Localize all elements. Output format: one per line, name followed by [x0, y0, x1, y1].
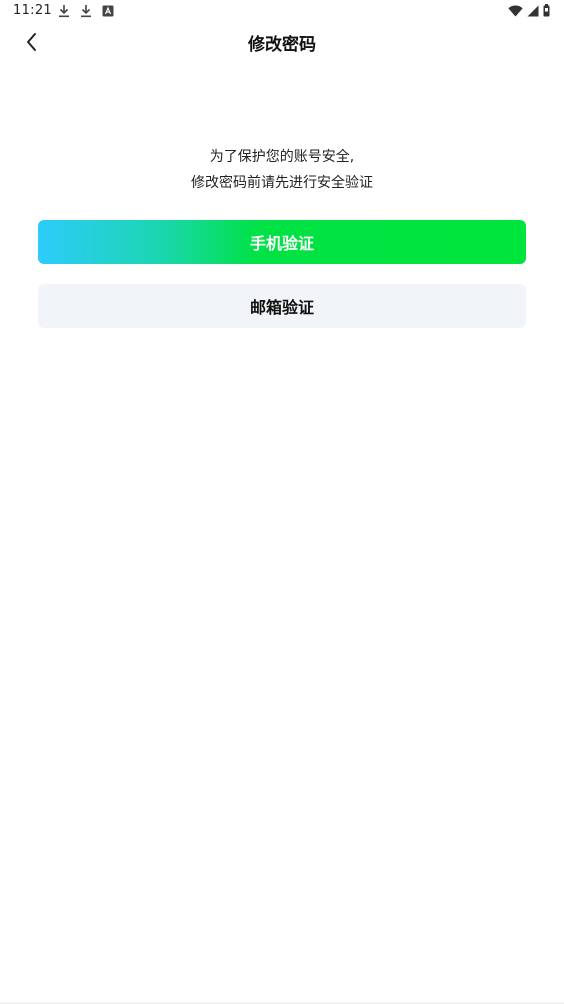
status-time: 11:21: [13, 3, 52, 18]
battery-icon: [543, 4, 550, 17]
nav-bar: 修改密码: [0, 24, 564, 60]
phone-verification-button[interactable]: 手机验证: [38, 220, 526, 264]
status-left-icons: [58, 4, 114, 18]
signal-icon: [527, 5, 539, 17]
page-title: 修改密码: [248, 35, 316, 55]
wifi-icon: [508, 5, 523, 17]
status-bar: 11:21: [0, 0, 564, 24]
security-notice: 为了保护您的账号安全, 修改密码前请先进行安全验证: [0, 144, 564, 196]
app-icon: [102, 5, 114, 17]
download-icon: [80, 4, 92, 18]
download-icon: [58, 4, 70, 18]
notice-line-2: 修改密码前请先进行安全验证: [191, 175, 373, 191]
email-verification-button[interactable]: 邮箱验证: [38, 284, 526, 328]
status-right-icons: [508, 4, 550, 17]
notice-line-1: 为了保护您的账号安全,: [209, 149, 355, 165]
